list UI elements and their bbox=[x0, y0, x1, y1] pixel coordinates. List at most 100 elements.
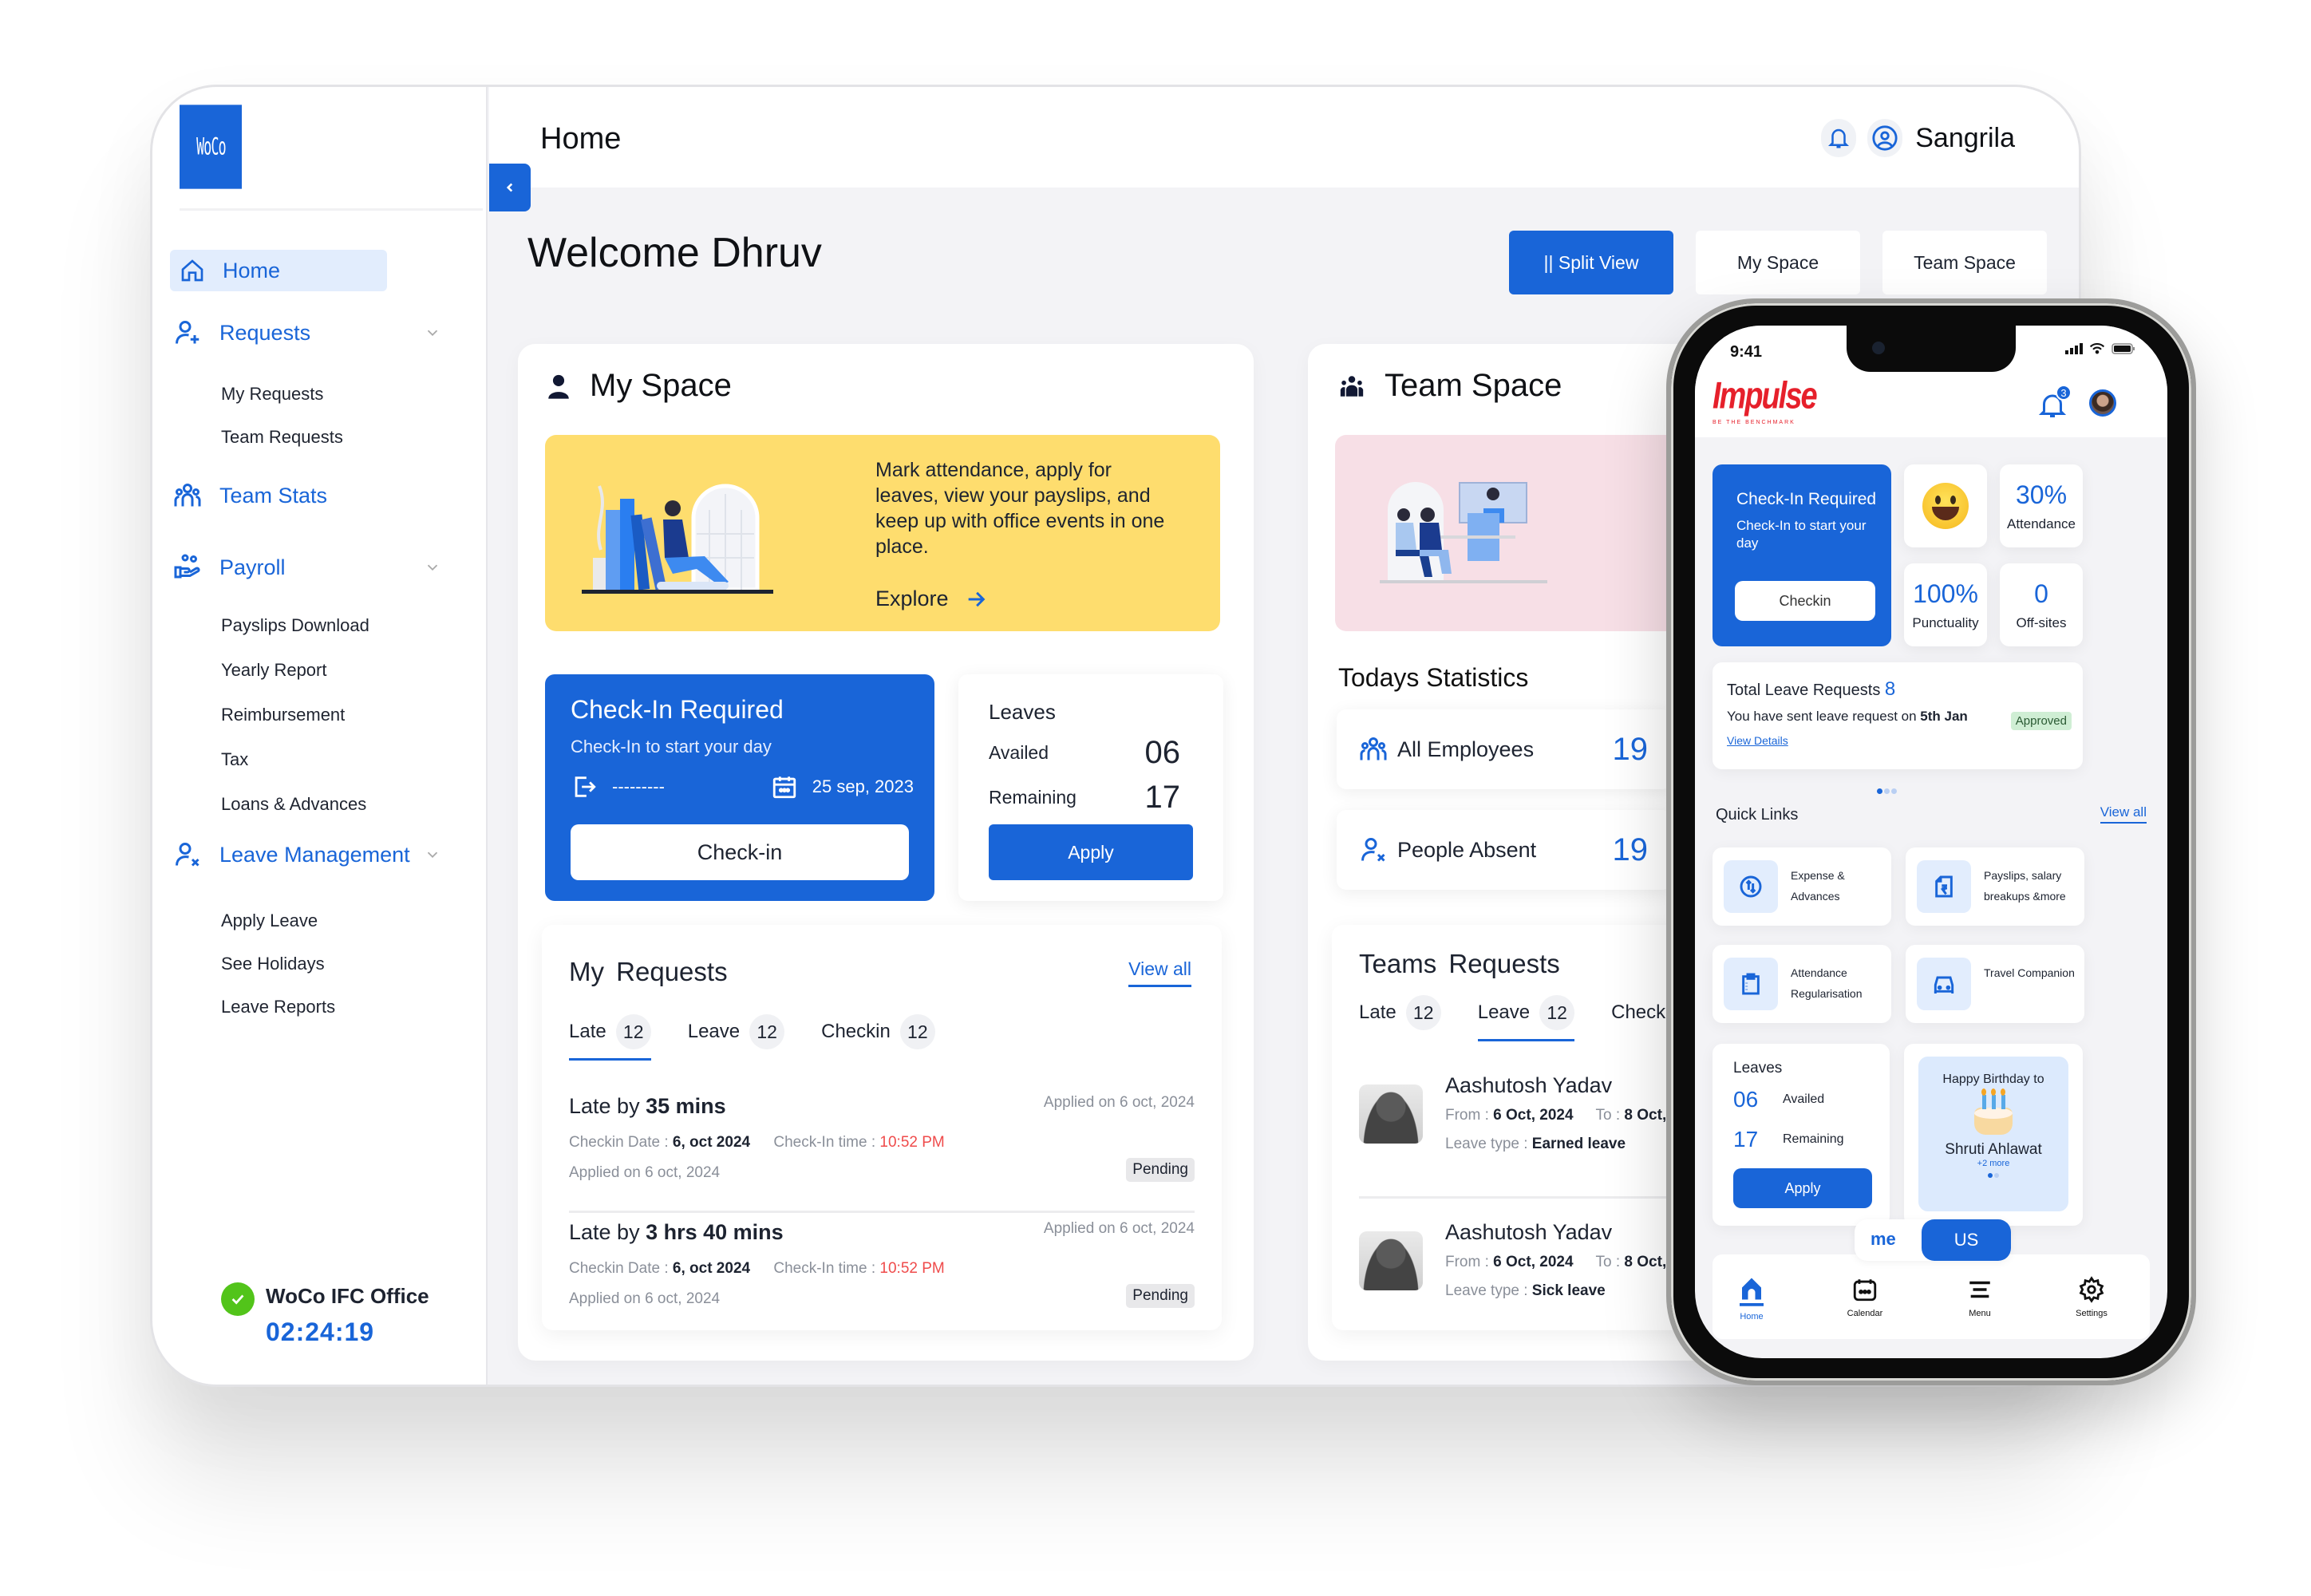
tab-checkin[interactable]: Checkin 12 bbox=[821, 1014, 935, 1057]
sidebar-group-label: Requests bbox=[219, 320, 311, 345]
sidebar-item-loans-advances[interactable]: Loans & Advances bbox=[221, 794, 366, 815]
birthday-more[interactable]: +2 more bbox=[1918, 1159, 2068, 1168]
sidebar-item-leave-reports[interactable]: Leave Reports bbox=[221, 997, 335, 1017]
quick-link-attendance[interactable]: Attendance Regularisation bbox=[1713, 945, 1891, 1023]
gear-icon bbox=[2079, 1276, 2104, 1303]
checkin-button[interactable]: Check-in bbox=[571, 824, 909, 880]
view-details-link[interactable]: View Details bbox=[1727, 734, 1788, 747]
explore-link[interactable]: Explore bbox=[875, 587, 987, 611]
offsites-tile[interactable]: 0 Off-sites bbox=[2000, 563, 2083, 646]
sidebar-item-team-requests[interactable]: Team Requests bbox=[221, 427, 343, 448]
collapse-sidebar-button[interactable] bbox=[489, 164, 531, 211]
carousel-dots[interactable] bbox=[1877, 788, 1897, 794]
sidebar-group-label: Payroll bbox=[219, 555, 286, 579]
office-timer: 02:24:19 bbox=[266, 1317, 375, 1346]
stat-people-absent[interactable]: People Absent 19 bbox=[1337, 810, 1672, 890]
checkin-time-value: 10:52 PM bbox=[879, 1134, 945, 1151]
check-circle-icon bbox=[221, 1282, 255, 1316]
count-badge: 12 bbox=[1405, 995, 1441, 1030]
phone-notch bbox=[1847, 326, 2016, 372]
checkin-time: --------- bbox=[612, 776, 665, 796]
tab-leave[interactable]: Leave 12 bbox=[1477, 995, 1575, 1041]
sidebar-item-team-stats[interactable]: Team Stats bbox=[173, 481, 476, 510]
tab-late[interactable]: Late 12 bbox=[569, 1014, 651, 1061]
woco-logo[interactable]: WoCo bbox=[180, 105, 242, 189]
quick-links-title: Quick Links bbox=[1716, 806, 1799, 824]
sidebar: WoCo Home Requests My Requests Team Requ… bbox=[152, 87, 488, 1385]
split-view-button[interactable]: || Split View bbox=[1509, 231, 1673, 294]
me-us-toggle[interactable]: me US bbox=[1855, 1219, 2011, 1261]
my-space-button[interactable]: My Space bbox=[1696, 231, 1860, 294]
nav-settings[interactable]: Settings bbox=[2056, 1275, 2127, 1318]
tab-checkin[interactable]: Checki bbox=[1611, 995, 1669, 1038]
wifi-icon bbox=[2089, 343, 2105, 354]
sidebar-group-payroll[interactable]: Payroll bbox=[173, 553, 476, 582]
home-icon bbox=[181, 259, 203, 282]
mobile-screen: 9:41 Impulse BE THE BENCHMARK 3 Check-In… bbox=[1695, 326, 2167, 1358]
tab-leave[interactable]: Leave 12 bbox=[688, 1014, 785, 1057]
apply-leave-button[interactable]: Apply bbox=[989, 824, 1193, 880]
toggle-me[interactable]: me bbox=[1871, 1229, 1896, 1250]
impulse-logo: Impulse bbox=[1713, 375, 1818, 417]
request-item[interactable]: Late by 3 hrs 40 mins Applied on 6 oct, … bbox=[569, 1220, 1195, 1308]
carousel-dots[interactable] bbox=[1918, 1173, 2068, 1178]
menu-icon bbox=[1969, 1281, 1990, 1298]
quick-links-view-all[interactable]: View all bbox=[2100, 804, 2147, 824]
arrow-right-icon bbox=[968, 591, 985, 606]
stat-all-employees[interactable]: All Employees 19 bbox=[1337, 709, 1672, 789]
sidebar-item-home[interactable]: Home bbox=[170, 250, 387, 291]
chevron-down-icon[interactable] bbox=[424, 324, 441, 342]
applied-date: Applied on 6 oct, 2024 bbox=[1043, 1094, 1195, 1111]
avatar bbox=[1359, 1231, 1423, 1290]
tab-late[interactable]: Late 12 bbox=[1359, 995, 1441, 1038]
sidebar-group-leave-management[interactable]: Leave Management bbox=[173, 840, 476, 869]
birthday-name: Shruti Ahlawat bbox=[1945, 1141, 2042, 1158]
nav-home[interactable]: Home bbox=[1716, 1275, 1788, 1321]
mobile-avatar[interactable] bbox=[2089, 389, 2116, 417]
sidebar-item-my-requests[interactable]: My Requests bbox=[221, 384, 323, 405]
chevron-down-icon[interactable] bbox=[424, 559, 441, 576]
applied-date: Applied on 6 oct, 2024 bbox=[1043, 1220, 1195, 1237]
user-name[interactable]: Sangrila bbox=[1915, 123, 2015, 154]
bell-icon bbox=[1828, 128, 1850, 148]
sidebar-item-payslips-download[interactable]: Payslips Download bbox=[221, 615, 369, 636]
notifications-button[interactable] bbox=[1821, 119, 1857, 157]
toggle-us[interactable]: US bbox=[1922, 1219, 2011, 1261]
attendance-tile[interactable]: 30% Attendance bbox=[2000, 464, 2083, 547]
chevron-down-icon[interactable] bbox=[424, 846, 441, 863]
view-all-link[interactable]: View all bbox=[1128, 958, 1191, 987]
birthday-card[interactable]: Happy Birthday to Shruti Ahlawat +2 more bbox=[1904, 1044, 2083, 1226]
leave-request-count: 8 bbox=[1884, 678, 1896, 700]
mobile-checkin-button[interactable]: Checkin bbox=[1735, 581, 1875, 621]
request-item[interactable]: Late by 35 mins Applied on 6 oct, 2024 C… bbox=[569, 1094, 1195, 1182]
top-bar: Home Sangrila bbox=[489, 87, 2079, 188]
sidebar-item-apply-leave[interactable]: Apply Leave bbox=[221, 911, 318, 931]
logout-icon bbox=[575, 776, 596, 797]
status-badge: Pending bbox=[1126, 1284, 1195, 1308]
nav-menu[interactable]: Menu bbox=[1944, 1275, 2016, 1318]
profile-button[interactable] bbox=[1867, 119, 1903, 157]
sidebar-item-label: Team Stats bbox=[219, 483, 328, 508]
mobile-notifications-button[interactable]: 3 bbox=[2038, 385, 2072, 420]
sidebar-item-reimbursement[interactable]: Reimbursement bbox=[221, 705, 345, 725]
mobile-apply-button[interactable]: Apply bbox=[1733, 1168, 1872, 1208]
banner-text: Mark attendance, apply for leaves, view … bbox=[875, 459, 1165, 558]
user-plus-icon bbox=[176, 321, 199, 344]
quick-link-payslips[interactable]: Payslips, salary breakups &more bbox=[1906, 847, 2084, 926]
exchange-icon bbox=[1740, 875, 1762, 898]
quick-link-expense[interactable]: Expense & Advances bbox=[1713, 847, 1891, 926]
divider bbox=[569, 1211, 1195, 1213]
checkin-meta: --------- 25 sep, 2023 bbox=[571, 773, 914, 800]
team-space-button[interactable]: Team Space bbox=[1882, 231, 2047, 294]
punctuality-tile[interactable]: 100% Punctuality bbox=[1904, 563, 1987, 646]
sidebar-group-requests[interactable]: Requests bbox=[173, 318, 476, 347]
calendar-icon bbox=[772, 776, 796, 799]
sidebar-item-yearly-report[interactable]: Yearly Report bbox=[221, 660, 326, 681]
sidebar-item-tax[interactable]: Tax bbox=[221, 749, 248, 770]
sidebar-item-see-holidays[interactable]: See Holidays bbox=[221, 954, 325, 974]
mood-tile[interactable] bbox=[1904, 464, 1987, 547]
quick-link-travel[interactable]: Travel Companion bbox=[1906, 945, 2084, 1023]
count-badge: 12 bbox=[749, 1014, 785, 1049]
nav-calendar[interactable]: Calendar bbox=[1829, 1275, 1901, 1318]
impulse-tagline: BE THE BENCHMARK bbox=[1713, 420, 1795, 425]
